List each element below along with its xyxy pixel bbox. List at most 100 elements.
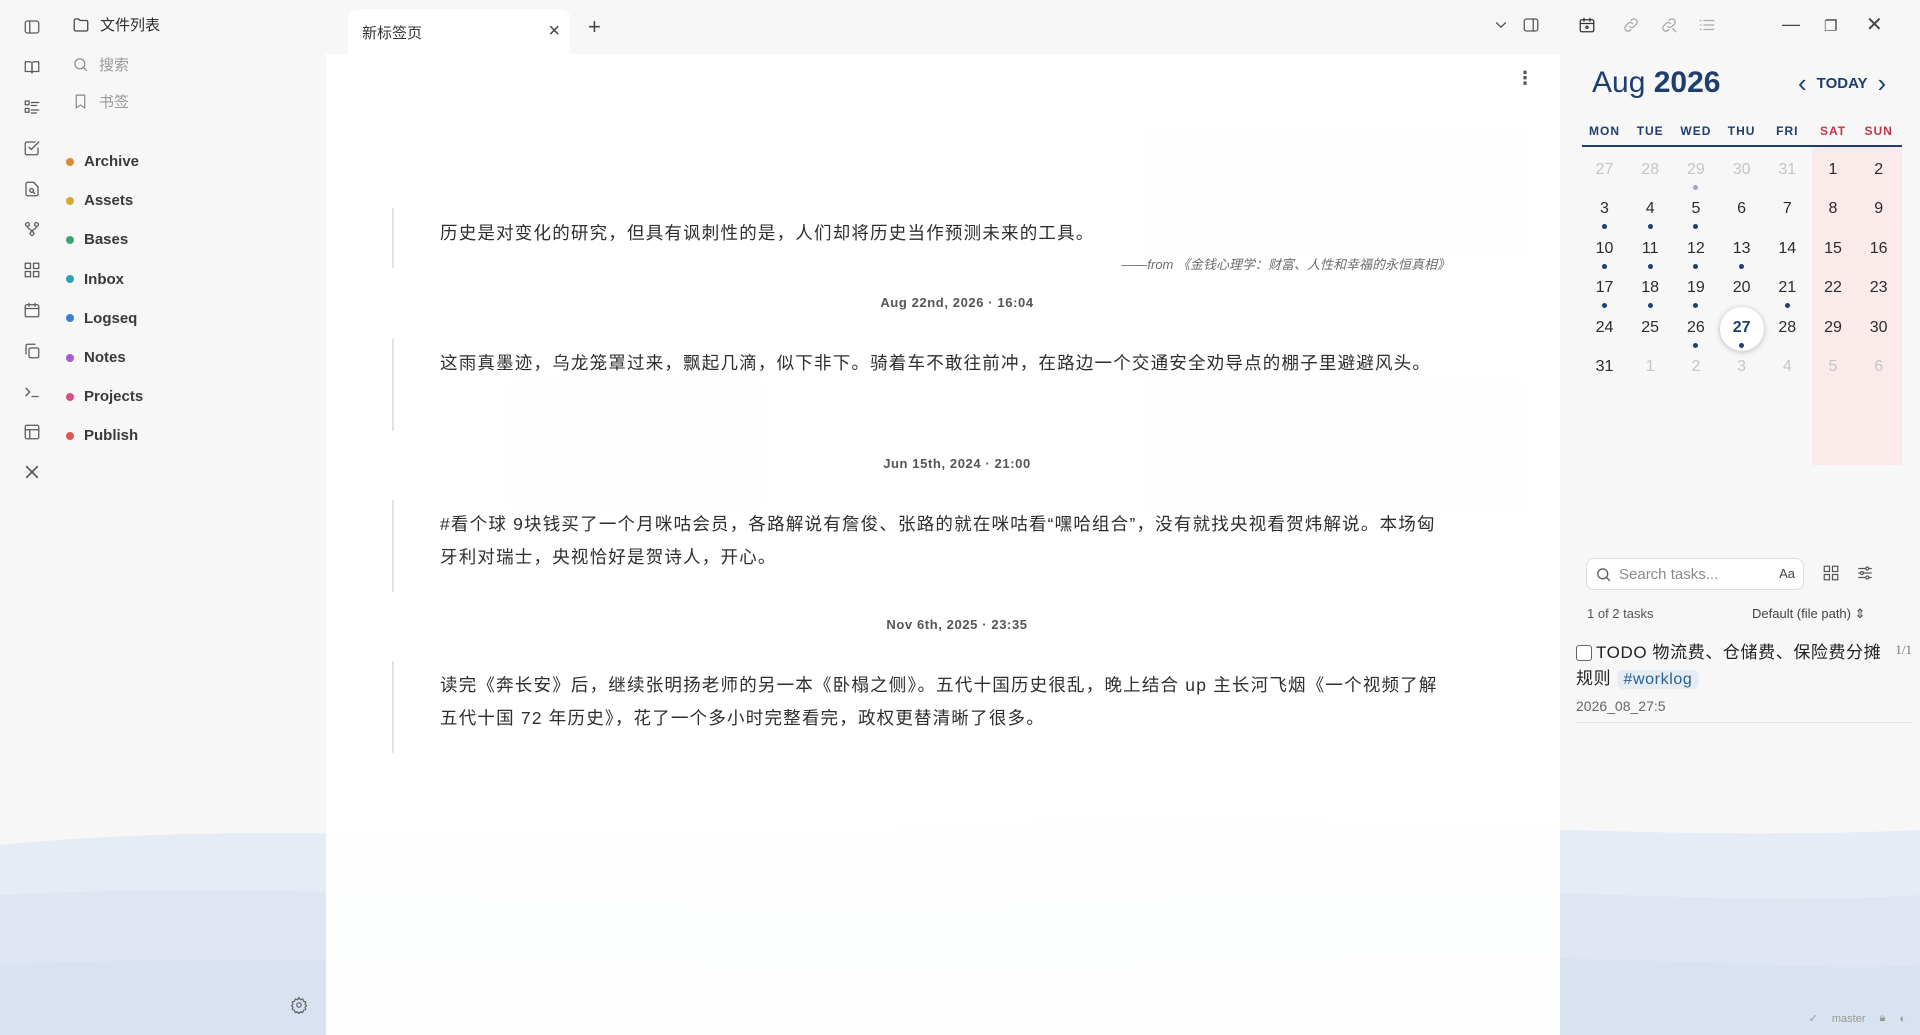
folder-item[interactable]: Archive [66, 153, 139, 170]
calendar-day[interactable]: 28 [1765, 319, 1810, 351]
book-icon[interactable] [20, 55, 44, 79]
tab-close-icon[interactable]: × [548, 21, 560, 41]
outline-icon[interactable] [1698, 16, 1716, 39]
calendar-day[interactable]: 30 [1719, 161, 1764, 193]
copy-icon[interactable] [20, 339, 44, 363]
layout-icon[interactable] [20, 420, 44, 444]
task-tag[interactable]: #worklog [1616, 670, 1700, 689]
calendar-view-icon[interactable] [1578, 16, 1596, 39]
folder-item[interactable]: Projects [66, 388, 143, 405]
calendar-day[interactable]: 9 [1856, 200, 1901, 232]
theme-icon[interactable]: ◐ [1899, 1013, 1906, 1025]
task-checkbox[interactable] [1576, 645, 1592, 661]
grid-icon[interactable] [20, 258, 44, 282]
calendar-day[interactable]: 31 [1765, 161, 1810, 193]
tab-new[interactable]: 新标签页 × [348, 10, 570, 54]
file-search-icon[interactable] [20, 177, 44, 201]
calendar-day[interactable]: 27 [1719, 319, 1764, 351]
note-dot [1602, 224, 1607, 230]
git-branch-icon[interactable] [20, 217, 44, 241]
calendar-day[interactable]: 7 [1765, 200, 1810, 232]
right-sidebar-toggle-icon[interactable] [1522, 16, 1540, 39]
calendar-day[interactable]: 14 [1765, 240, 1810, 272]
folder-item[interactable]: Assets [66, 192, 133, 209]
calendar-day[interactable]: 10 [1582, 240, 1627, 272]
note-dot [1647, 303, 1653, 309]
tools-icon[interactable] [20, 460, 44, 484]
calendar-day[interactable]: 21 [1765, 279, 1810, 311]
next-month-icon[interactable]: › [1878, 70, 1887, 96]
calendar-day[interactable]: 4 [1628, 200, 1673, 232]
bookmarks-item[interactable]: 书签 [72, 91, 129, 112]
folder-item[interactable]: Logseq [66, 310, 137, 327]
calendar-day[interactable]: 5 [1811, 358, 1856, 390]
folder-item[interactable]: Notes [66, 349, 126, 366]
folder-item[interactable]: Publish [66, 427, 138, 444]
resize-handle[interactable]: · · · · · [164, 124, 210, 135]
sidebar-toggle-icon[interactable] [20, 15, 44, 39]
calendar-day[interactable]: 12 [1673, 240, 1718, 272]
today-button[interactable]: TODAY [1817, 75, 1868, 92]
folder-item[interactable]: Inbox [66, 271, 124, 288]
calendar-day[interactable]: 25 [1628, 319, 1673, 351]
new-tab-button[interactable]: + [588, 14, 601, 40]
prev-month-icon[interactable]: ‹ [1798, 70, 1807, 96]
calendar-day[interactable]: 15 [1811, 240, 1856, 272]
day-number: 20 [1732, 279, 1751, 297]
match-case-toggle[interactable]: Aa [1779, 566, 1795, 581]
group-view-icon[interactable] [1822, 564, 1840, 587]
calendar-day[interactable]: 11 [1628, 240, 1673, 272]
calendar-day[interactable]: 29 [1673, 161, 1718, 193]
search-item[interactable]: 搜索 [72, 54, 129, 75]
more-options-icon[interactable]: ⋮ [1516, 68, 1534, 89]
terminal-icon[interactable] [20, 380, 44, 404]
calendar-day[interactable]: 3 [1582, 200, 1627, 232]
calendar-day[interactable]: 5 [1673, 200, 1718, 232]
calendar-day[interactable]: 6 [1856, 358, 1901, 390]
calendar-day[interactable]: 29 [1811, 319, 1856, 351]
calendar-day[interactable]: 1 [1811, 161, 1856, 193]
checkbox-icon[interactable] [20, 136, 44, 160]
calendar-day[interactable]: 31 [1582, 358, 1627, 390]
day-number: 24 [1595, 318, 1614, 336]
calendar-day[interactable]: 3 [1719, 358, 1764, 390]
calendar-day[interactable]: 4 [1765, 358, 1810, 390]
unlink-icon[interactable] [1660, 16, 1678, 39]
calendar-day[interactable]: 30 [1856, 319, 1901, 351]
calendar-day[interactable]: 16 [1856, 240, 1901, 272]
task-source-file[interactable]: 2026_08_27:5 [1576, 698, 1666, 714]
calendar-day[interactable]: 22 [1811, 279, 1856, 311]
task-search-input[interactable] [1619, 564, 1769, 584]
search-label: 搜索 [99, 57, 130, 74]
settings-gear-icon[interactable] [290, 996, 308, 1019]
day-number: 29 [1824, 318, 1842, 336]
note-dot [1693, 303, 1699, 309]
tab-list-chevron-icon[interactable] [1492, 16, 1510, 39]
calendar-day[interactable]: 1 [1628, 358, 1673, 390]
calendar-day[interactable]: 26 [1673, 319, 1718, 351]
calendar-day[interactable]: 17 [1582, 279, 1627, 311]
calendar-day[interactable]: 19 [1673, 279, 1718, 311]
task-sort-select[interactable]: Default (file path) ⇕ [1752, 606, 1866, 622]
list-icon[interactable] [20, 95, 44, 119]
calendar-day[interactable]: 28 [1628, 161, 1673, 193]
calendar-day[interactable]: 18 [1628, 279, 1673, 311]
calendar-day[interactable]: 23 [1856, 279, 1901, 311]
link-icon[interactable] [1622, 16, 1640, 39]
calendar-day[interactable]: 27 [1582, 161, 1627, 193]
minimize-icon[interactable]: — [1782, 14, 1800, 35]
file-sidebar: 文件列表 搜索 书签 · · · · · Archive Assets Bases I… [64, 0, 326, 1035]
file-list-header[interactable]: 文件列表 [72, 14, 160, 35]
close-window-icon[interactable]: ✕ [1866, 12, 1883, 37]
folder-item[interactable]: Bases [66, 231, 128, 248]
calendar-day[interactable]: 6 [1719, 200, 1764, 232]
sync-check-icon: ✓ [1808, 1013, 1818, 1025]
calendar-icon[interactable] [20, 298, 44, 322]
filter-settings-icon[interactable] [1856, 564, 1874, 587]
maximize-icon[interactable]: ❐ [1824, 17, 1837, 35]
calendar-day[interactable]: 2 [1856, 161, 1901, 193]
calendar-day[interactable]: 8 [1811, 200, 1856, 232]
calendar-day[interactable]: 24 [1582, 319, 1627, 351]
calendar-day[interactable]: 13 [1719, 240, 1764, 272]
calendar-day[interactable]: 2 [1673, 358, 1718, 390]
